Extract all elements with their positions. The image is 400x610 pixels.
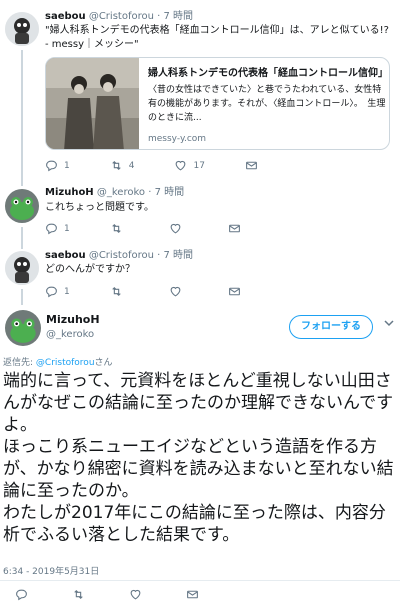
card-image [46,58,139,149]
reply-handle-link[interactable]: @Cristoforou [36,358,95,368]
heart-icon [130,589,141,600]
tweet-text: "婦人科系トンデモの代表格「経血コントロール信仰」は、アレと似ている!? - m… [45,25,389,50]
reply-icon [16,589,27,601]
retweet-icon [112,223,121,234]
avatar-saebou[interactable] [5,12,39,46]
user-handle[interactable]: @Cristoforou [89,11,154,22]
reply-icon [46,160,57,172]
action-bar: 1 4 17 [45,159,304,172]
reply-icon [46,223,57,235]
main-display-name[interactable]: MizuhoH [46,313,100,326]
link-card[interactable]: 婦人科系トンデモの代表格「経血コントロール信仰」... 〈昔の女性はできていた〉… [45,57,390,150]
display-name[interactable]: saebou [45,250,86,261]
like-button[interactable] [169,222,188,235]
tweet-text: どのへんがですか？ [45,264,135,275]
display-name[interactable]: MizuhoH [45,187,94,198]
tweet-header: saebou @Cristoforou · 7 時間 [45,10,193,23]
dm-button[interactable] [228,222,247,235]
retweet-button[interactable] [110,222,129,235]
card-domain: messy-y.com [148,134,207,144]
envelope-icon [228,287,240,296]
like-button[interactable]: 17 [174,159,205,172]
action-bar: 1 [45,285,287,298]
reply-button[interactable]: 1 [45,159,70,172]
retweet-icon [112,160,121,171]
reply-button[interactable] [15,588,34,601]
main-user-handle[interactable]: @_keroko [46,328,94,341]
reply-count: 1 [64,286,70,297]
retweet-button[interactable] [72,588,91,601]
envelope-icon [246,161,257,170]
separator: · [157,250,161,261]
reply-button[interactable]: 1 [45,222,70,235]
dm-button[interactable] [245,159,264,172]
reply-button[interactable]: 1 [45,285,70,298]
heart-icon [170,286,181,297]
reply-suffix: さん [94,358,113,368]
heart-icon [170,223,181,234]
heart-icon [176,160,186,171]
reply-count: 1 [64,160,70,171]
follow-button[interactable]: フォローする [289,315,373,339]
user-handle[interactable]: @_keroko [97,187,145,198]
dm-button[interactable] [186,588,205,601]
thread-line [21,289,23,305]
tweet-1[interactable]: saebou @Cristoforou · 7 時間 "婦人科系トンデモの代表格… [0,0,400,186]
envelope-icon [228,224,240,233]
card-title: 婦人科系トンデモの代表格「経血コントロール信仰」... [148,68,386,79]
timestamp[interactable]: 7 時間 [164,11,194,22]
like-count: 17 [193,160,205,171]
avatar-saebou[interactable] [5,251,39,285]
tweet-header: MizuhoH @_keroko · 7 時間 [45,186,184,199]
retweet-icon [74,589,83,600]
avatar-mizuhoh[interactable] [5,189,39,223]
tweet-3[interactable]: saebou @Cristoforou · 7 時間 どのへんがですか？ 1 [0,247,400,305]
timestamp[interactable]: 7 時間 [155,187,185,198]
chevron-down-icon[interactable] [384,318,394,328]
divider [0,580,400,581]
timestamp[interactable]: 7 時間 [164,250,194,261]
action-bar: 1 [45,222,287,235]
reply-prefix: 返信先: [3,358,34,368]
tweet-header: saebou @Cristoforou · 7 時間 [45,249,193,262]
thread-line [21,50,23,186]
tweet-datetime[interactable]: 6:34 - 2019年5月31日 [3,564,99,577]
main-tweet-text: 端的に言って、元資料をほとんど重視しない山田さんがなぜこの結論に至ったのか理解で… [3,371,394,545]
separator: · [148,187,152,198]
separator: · [157,11,161,22]
tweet-text: これちょっと問題です。 [45,202,154,213]
reply-count: 1 [64,223,70,234]
tweet-2[interactable]: MizuhoH @_keroko · 7 時間 これちょっと問題です。 1 [0,180,400,249]
avatar-mizuhoh[interactable] [5,310,41,346]
display-name[interactable]: saebou [45,11,86,22]
retweet-icon [112,286,121,297]
thread-line [21,227,23,249]
reply-context: 返信先: @Cristoforouさん [3,355,113,368]
retweet-button[interactable] [110,285,129,298]
reply-icon [46,286,57,298]
like-button[interactable] [129,588,148,601]
main-action-bar [15,588,245,601]
user-handle[interactable]: @Cristoforou [89,250,154,261]
retweet-count: 4 [128,160,135,171]
like-button[interactable] [169,285,188,298]
envelope-icon [187,590,198,599]
retweet-button[interactable]: 4 [110,159,135,172]
dm-button[interactable] [228,285,247,298]
card-description: 〈昔の女性はできていた〉と巷でうたわれている、女性特有の機能があります。それが、… [148,85,386,123]
